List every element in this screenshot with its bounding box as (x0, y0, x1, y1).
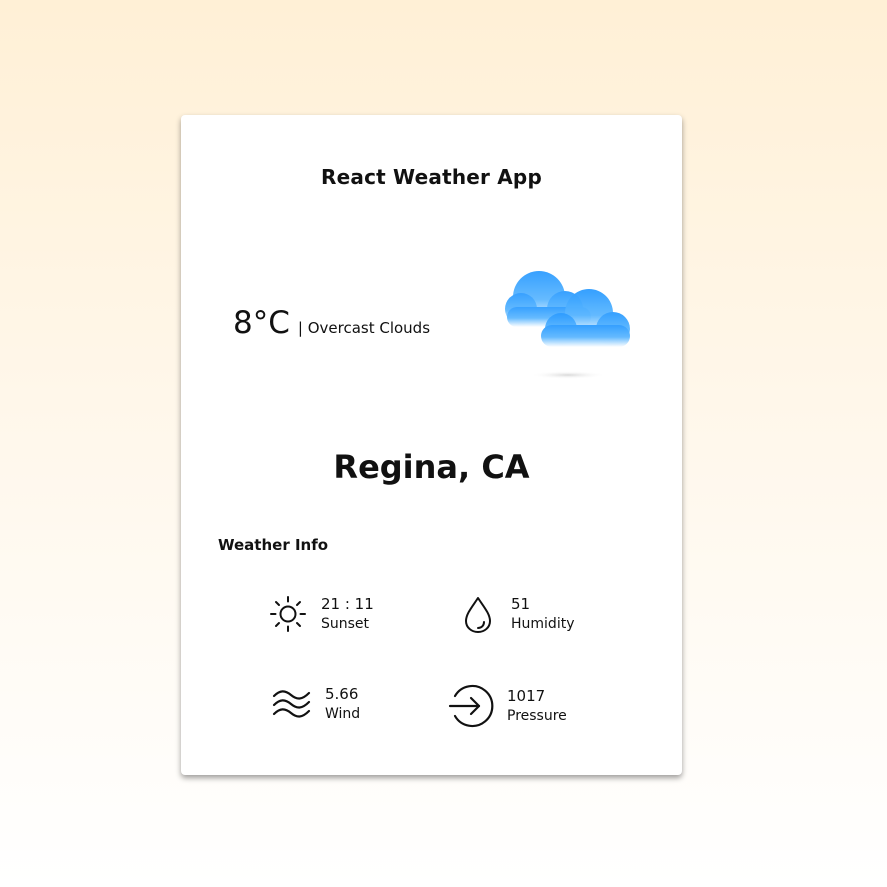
weather-card: React Weather App 8°C | Overcast Clouds (181, 115, 682, 775)
info-item-wind: 5.66 Wind (271, 683, 360, 725)
wind-value: 5.66 (325, 685, 359, 703)
overcast-clouds-icon (503, 265, 633, 383)
current-weather: 8°C | Overcast Clouds (233, 305, 430, 341)
info-item-humidity: 51 Humidity (457, 593, 574, 635)
humidity-value: 51 (511, 595, 531, 613)
wind-icon (271, 683, 313, 725)
pressure-icon (447, 682, 495, 730)
drop-icon (457, 593, 499, 635)
sun-icon (267, 593, 309, 635)
weather-description: | Overcast Clouds (297, 319, 431, 337)
wind-label: Wind (325, 706, 361, 722)
temperature: 8°C (233, 305, 290, 341)
sunset-label: Sunset (321, 616, 370, 632)
humidity-label: Humidity (511, 616, 575, 632)
pressure-value: 1017 (507, 687, 546, 705)
app-title: React Weather App (321, 165, 542, 189)
info-item-sunset: 21 : 11 Sunset (267, 593, 374, 635)
info-item-pressure: 1017 Pressure (447, 682, 567, 730)
city-name: Regina, CA (333, 448, 530, 486)
pressure-label: Pressure (507, 708, 567, 724)
weather-info-title: Weather Info (218, 536, 329, 554)
sunset-value: 21 : 11 (321, 595, 374, 613)
